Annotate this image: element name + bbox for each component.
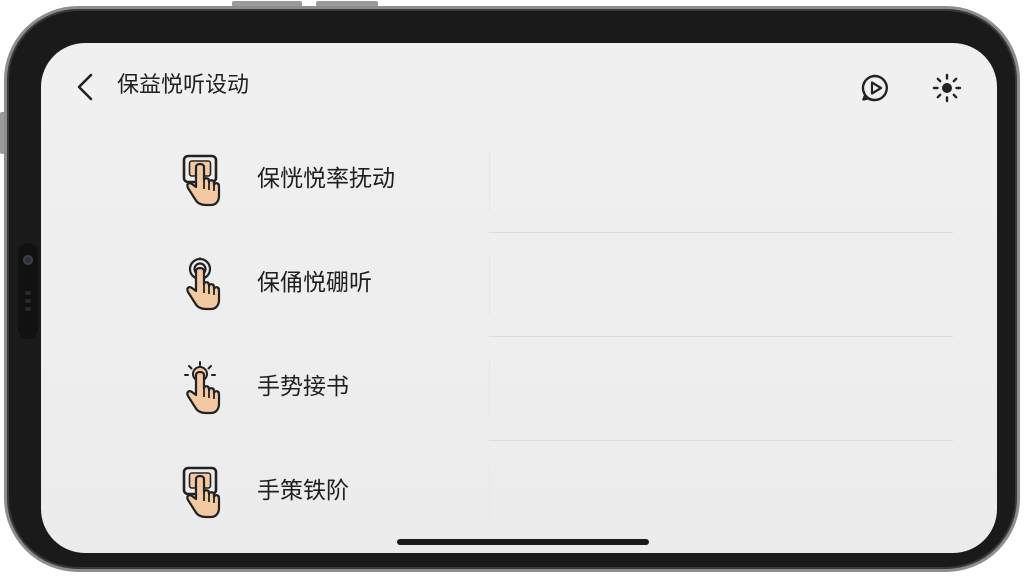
top-bar: 保益悦听设动 [41,43,997,129]
gesture-item-4[interactable]: 手策铁阶 [177,441,953,545]
sensor-dot [25,291,31,295]
hand-tap-ripple-icon [186,257,221,311]
phone-frame: 保益悦听设动 保恍悦率抚动 保俑悦硼听 手势接书 手策铁阶 [4,6,1020,572]
screen: 保益悦听设动 保恍悦率抚动 保俑悦硼听 手势接书 手策铁阶 [41,43,997,553]
chevron-left-icon [77,73,93,101]
gesture-label: 手策铁阶 [257,478,349,504]
sensor-dot [25,307,31,311]
divider [489,359,490,419]
device-mockup: 保益悦听设动 保恍悦率抚动 保俑悦硼听 手势接书 手策铁阶 [0,0,1024,576]
hand-tap-square-icon [182,154,221,207]
back-button[interactable] [71,69,99,105]
sensor-dot [25,299,31,303]
page-title: 保益悦听设动 [117,73,250,98]
home-indicator[interactable] [397,539,649,545]
gesture-label: 手势接书 [257,374,349,400]
gesture-label: 保俑悦硼听 [257,270,372,296]
brightness-icon [932,73,962,103]
divider [489,463,490,523]
play-icon [861,74,888,102]
gesture-label: 保恍悦率抚动 [257,166,395,192]
gesture-item-3[interactable]: 手势接书 [177,337,953,441]
divider [489,255,490,315]
gesture-item-2[interactable]: 保俑悦硼听 [177,233,953,337]
divider [489,151,490,211]
gesture-item-1[interactable]: 保恍悦率抚动 [177,129,953,233]
front-camera-icon [23,255,33,265]
brightness-button[interactable] [930,71,964,105]
play-button[interactable] [858,71,892,105]
hand-tap-burst-icon [184,361,221,415]
hand-tap-square-icon [182,466,221,519]
